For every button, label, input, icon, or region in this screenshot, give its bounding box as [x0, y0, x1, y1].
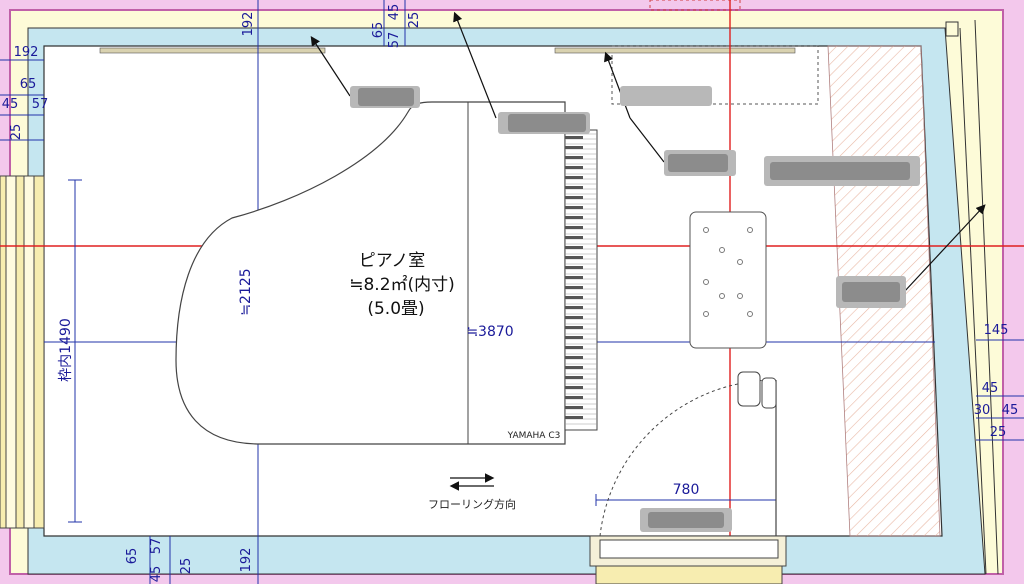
- room-depth-dimension: ≒2125: [238, 268, 254, 315]
- dim-left-57: 57: [32, 97, 49, 112]
- room-area: ≒8.2㎡(内寸): [349, 275, 455, 295]
- room-tatami: (5.0畳): [367, 299, 424, 319]
- piano-model-label: YAMAHA C3: [507, 431, 561, 441]
- dim-right-25: 25: [990, 425, 1007, 440]
- left-window: [0, 175, 45, 529]
- door-width-dimension: 780: [673, 482, 700, 498]
- dim-top-25: 25: [407, 12, 422, 29]
- dim-right-45a: 45: [982, 381, 999, 396]
- room-name: ピアノ室: [359, 251, 425, 271]
- dim-right-45b: 45: [1002, 403, 1019, 418]
- dim-left-192: 192: [14, 45, 39, 60]
- dim-left-65: 65: [20, 77, 37, 92]
- flooring-direction-label: フローリング方向: [428, 497, 516, 511]
- top-rail-right: [554, 47, 796, 54]
- dim-top-45: 45: [387, 4, 402, 21]
- dim-right-145: 145: [984, 323, 1009, 338]
- dim-bottom-45: 45: [149, 566, 164, 583]
- floor-plan: ピアノ室 ≒8.2㎡(内寸) (5.0畳) YAMAHA C3 フローリング方向…: [0, 0, 1024, 584]
- dim-bottom-192: 192: [239, 548, 254, 573]
- dim-left-45: 45: [2, 97, 19, 112]
- dim-left-25: 25: [9, 124, 24, 141]
- window-inner-dimension: 枠内1490: [58, 318, 74, 382]
- dim-top-57: 57: [387, 32, 402, 49]
- top-rail-left: [99, 47, 326, 54]
- dim-right-30: 30: [974, 403, 991, 418]
- dim-top-65: 65: [371, 22, 386, 39]
- piano-bench: [689, 211, 767, 349]
- dim-bottom-25: 25: [179, 558, 194, 575]
- dim-bottom-57: 57: [149, 538, 164, 555]
- dim-top-192: 192: [241, 12, 256, 37]
- dim-bottom-65: 65: [125, 548, 140, 565]
- room-width-dimension: ≒3870: [466, 324, 513, 340]
